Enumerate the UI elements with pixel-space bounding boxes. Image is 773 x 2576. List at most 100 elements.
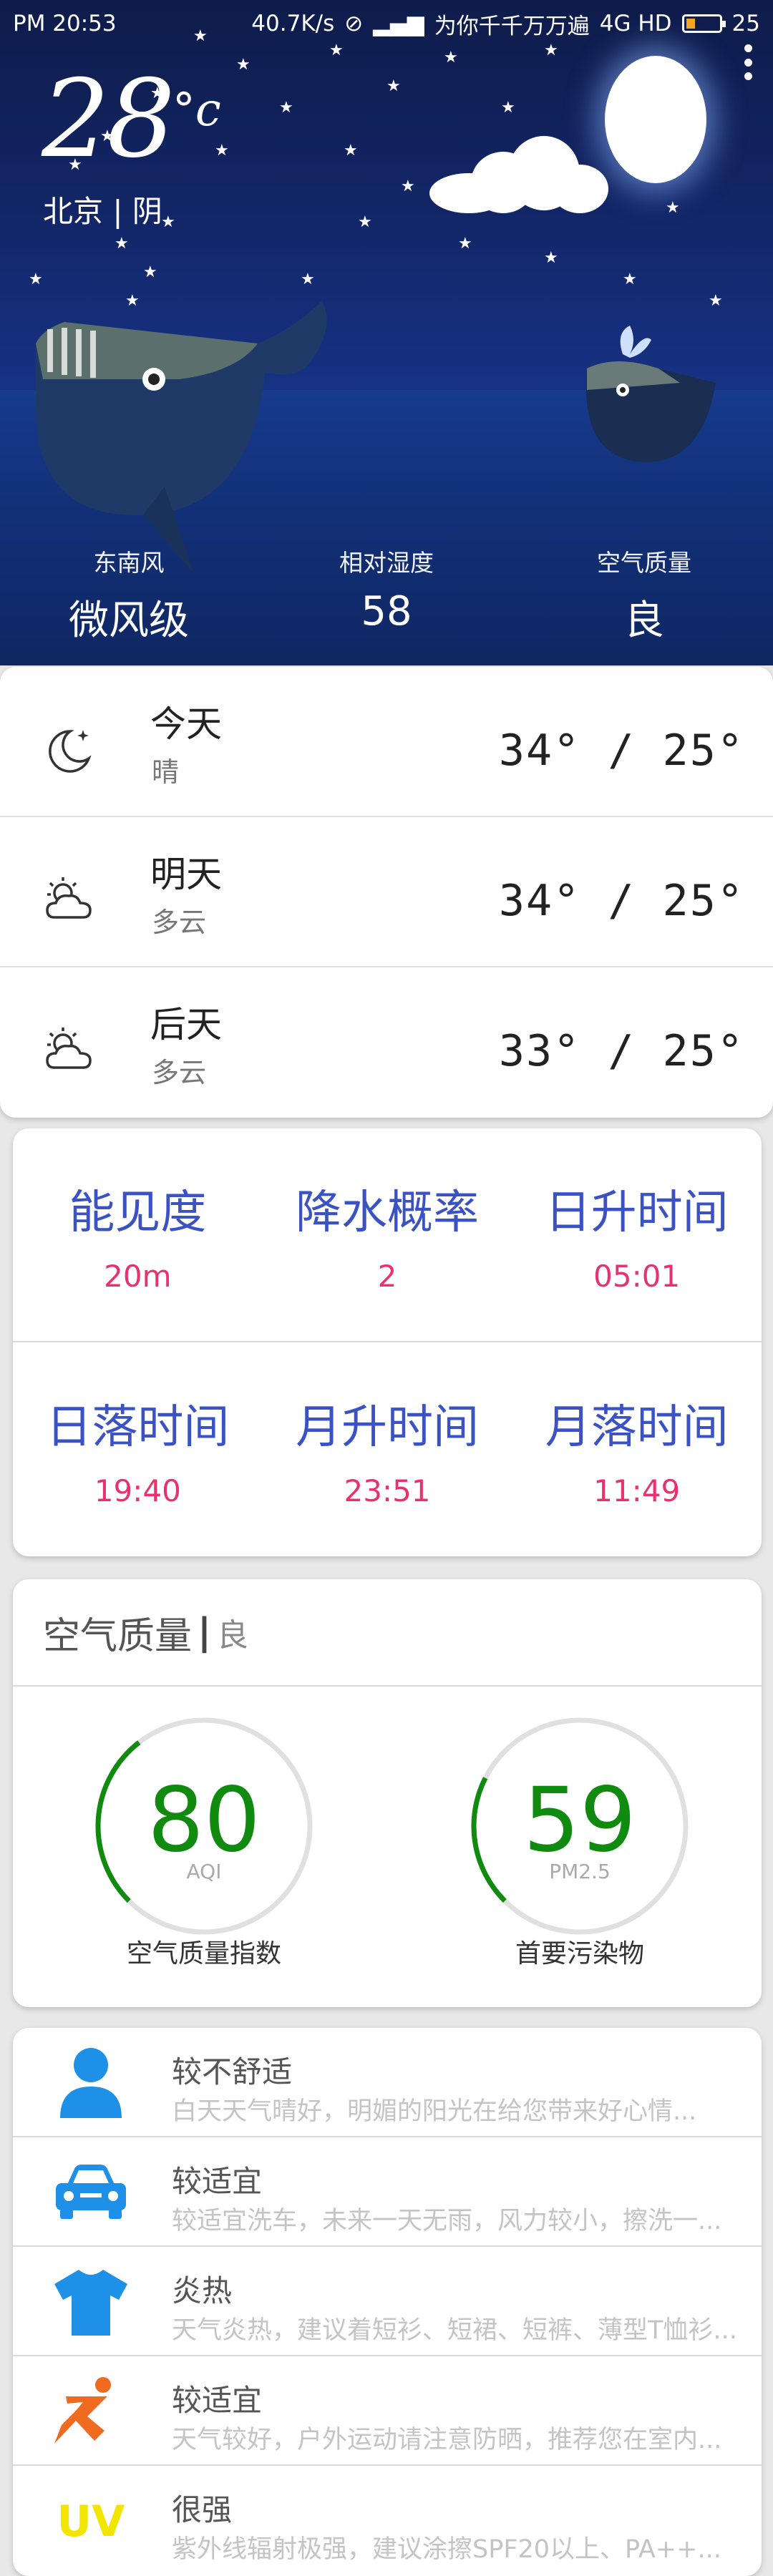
aqi-label: AQI [186, 1860, 222, 1883]
carrier-name: 为你千千万万遍 [434, 13, 590, 39]
forecast-row[interactable]: 今天 晴 34° / 25° [0, 667, 773, 817]
temperature-value: 28 [42, 57, 175, 182]
life-index-card: 较不舒适 白天天气晴好，明媚的阳光在给您带来好心情... 较适宜 较适宜洗车，未… [13, 2028, 762, 2576]
life-index-item[interactable]: 炎热 天气炎热，建议着短衫、短裙、短裤、薄型T恤衫... [13, 2247, 762, 2356]
status-bar: PM 20:53 40.7K/s ⊘ ▂▄▆ 为你千千万万遍 4G HD 25 [0, 0, 773, 47]
forecast-row[interactable]: 明天 多云 34° / 25° [0, 817, 773, 967]
cloud-illustration [429, 136, 608, 215]
detail-label: 降水概率 [296, 1186, 479, 1239]
air-quality-card: 空气质量 | 良 80 AQI 空气质量指数 59 PM2.5 首要污染物 [13, 1579, 762, 2007]
network-type: 4G HD [599, 11, 672, 36]
aqi-gauge: 80 AQI [89, 1712, 319, 1941]
detail-label: 能见度 [69, 1186, 207, 1239]
forecast-day: 明天 [150, 854, 222, 895]
life-index-item[interactable]: 较不舒适 白天天气晴好，明媚的阳光在给您带来好心情... [13, 2028, 762, 2137]
detail-label: 月落时间 [545, 1401, 729, 1454]
precipitation-cell: 降水概率 2 [263, 1176, 512, 1294]
detail-value: 19:40 [94, 1473, 181, 1508]
forecast-temps: 34° / 25° [498, 876, 744, 926]
runner-icon [54, 2377, 111, 2444]
uv-icon: UV [57, 2497, 125, 2547]
life-index-item[interactable]: UV 很强 紫外线辐射极强，建议涂擦SPF20以上、PA++... [13, 2466, 762, 2575]
moonrise-cell: 月升时间 23:51 [263, 1390, 512, 1508]
wind-label: 东南风 [93, 549, 165, 577]
signal-icon: ▂▄▆ [373, 11, 424, 36]
humidity-stat: 相对湿度 58 [258, 544, 515, 646]
forecast-temps: 33° / 25° [498, 1026, 744, 1076]
title-separator: | [198, 1611, 212, 1654]
humidity-label: 相对湿度 [339, 549, 434, 577]
weather-hero: ★ ★ ★ ★ ★ ★ ★ ★ ★ ★ ★ ★ ★ ★ ★ ★ ★ ★ ★ ★ ★ ★ ★ ★ ★ ★ P… [0, 0, 773, 665]
humidity-value: 58 [361, 588, 412, 635]
tshirt-icon [54, 2270, 127, 2336]
aqi-caption: 空气质量指数 [126, 1939, 281, 1968]
air-quality-level: 良 [217, 1617, 249, 1654]
car-icon [56, 2165, 126, 2219]
current-temperature: 28°c [42, 66, 221, 173]
life-index-title: 较适宜 [172, 2383, 263, 2418]
temperature-unit: °c [172, 84, 221, 137]
life-index-desc: 紫外线辐射极强，建议涂擦SPF20以上、PA++... [172, 2535, 721, 2564]
air-quality-title: 空气质量 [43, 1614, 193, 1658]
air-quality-stat: 空气质量 良 [515, 544, 773, 646]
alarm-off-icon: ⊘ [344, 11, 364, 36]
life-index-title: 较不舒适 [172, 2054, 293, 2089]
life-index-title: 很强 [172, 2492, 233, 2527]
detail-value: 20m [104, 1259, 172, 1294]
pm25-value: 59 [523, 1769, 636, 1872]
air-quality-value: 良 [624, 597, 664, 644]
sunrise-cell: 日升时间 05:01 [512, 1176, 762, 1294]
life-index-item[interactable]: 较适宜 较适宜洗车，未来一天无雨，风力较小，擦洗一... [13, 2137, 762, 2247]
partly-cloudy-icon [46, 1028, 92, 1069]
wind-stat: 东南风 微风级 [0, 544, 258, 646]
details-row: 日落时间 19:40 月升时间 23:51 月落时间 11:49 [13, 1342, 762, 1556]
life-index-item[interactable]: 较适宜 天气较好，户外运动请注意防晒，推荐您在室内... [13, 2356, 762, 2466]
forecast-row[interactable]: 后天 多云 33° / 25° [0, 967, 773, 1118]
forecast-day: 今天 [150, 703, 222, 745]
location-label: 北京 | 阴 [43, 194, 162, 229]
detail-label: 日落时间 [46, 1401, 230, 1454]
svg-text:UV: UV [57, 2497, 125, 2547]
person-icon [60, 2048, 122, 2118]
sunset-cell: 日落时间 19:40 [13, 1390, 263, 1508]
net-speed: 40.7K/s [251, 11, 335, 36]
visibility-cell: 能见度 20m [13, 1176, 263, 1294]
forecast-condition: 多云 [152, 907, 207, 938]
life-index-desc: 天气炎热，建议着短衫、短裙、短裤、薄型T恤衫... [172, 2316, 737, 2345]
forecast-card: 今天 晴 34° / 25° 明天 多云 34° / 25° 后天 多云 33°… [0, 667, 773, 1118]
life-index-desc: 白天天气晴好，明媚的阳光在给您带来好心情... [172, 2097, 697, 2126]
details-row: 能见度 20m 降水概率 2 日升时间 05:01 [13, 1128, 762, 1342]
detail-label: 月升时间 [296, 1401, 479, 1454]
forecast-condition: 晴 [152, 756, 180, 788]
overflow-menu-icon[interactable] [744, 44, 753, 80]
air-quality-header: 空气质量 | 良 [13, 1579, 762, 1687]
small-whale-illustration [585, 326, 716, 462]
partly-cloudy-icon [46, 877, 92, 919]
forecast-day: 后天 [150, 1004, 222, 1045]
detail-value: 23:51 [344, 1473, 431, 1508]
hero-stats: 东南风 微风级 相对湿度 58 空气质量 良 [0, 544, 773, 646]
forecast-temps: 34° / 25° [498, 726, 744, 776]
life-index-title: 较适宜 [172, 2164, 263, 2199]
forecast-condition: 多云 [152, 1057, 207, 1088]
moon-illustration [605, 56, 706, 183]
detail-value: 2 [377, 1259, 397, 1294]
moon-star-icon [49, 730, 92, 773]
pm25-gauge: 59 PM2.5 [465, 1712, 694, 1941]
pm25-caption: 首要污染物 [515, 1939, 644, 1968]
aqi-value: 80 [147, 1769, 261, 1872]
wind-value: 微风级 [69, 597, 189, 644]
air-quality-label: 空气质量 [597, 549, 691, 577]
life-index-title: 炎热 [172, 2273, 233, 2308]
battery-icon [681, 14, 726, 33]
detail-value: 11:49 [593, 1473, 681, 1508]
moonset-cell: 月落时间 11:49 [512, 1390, 762, 1508]
pm25-label: PM2.5 [549, 1860, 611, 1883]
status-time: PM 20:53 [13, 11, 117, 36]
battery-level: 25 [731, 11, 760, 36]
detail-value: 05:01 [593, 1259, 681, 1294]
life-index-desc: 较适宜洗车，未来一天无雨，风力较小，擦洗一... [172, 2207, 722, 2235]
life-index-desc: 天气较好，户外运动请注意防晒，推荐您在室内... [172, 2426, 722, 2454]
detail-label: 日升时间 [545, 1186, 729, 1239]
details-card: 能见度 20m 降水概率 2 日升时间 05:01 日落时间 19:40 月升时… [13, 1128, 762, 1556]
